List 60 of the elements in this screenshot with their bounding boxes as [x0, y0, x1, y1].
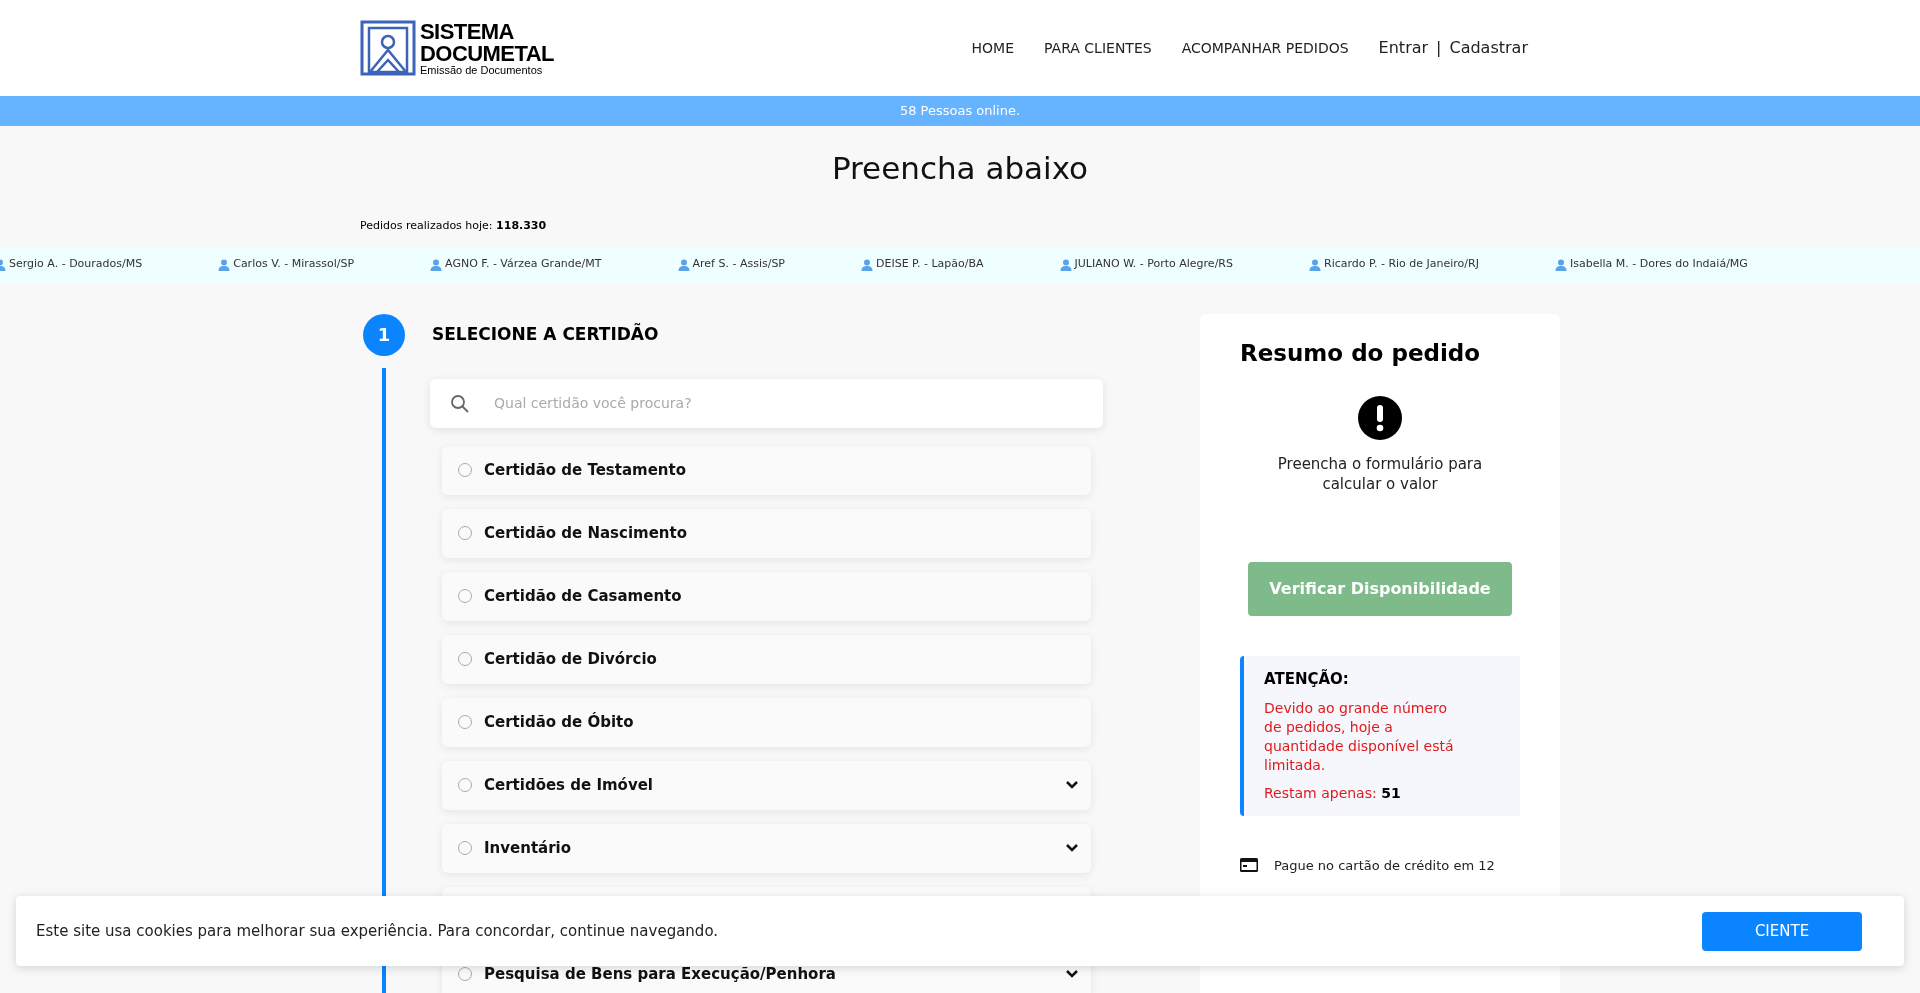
logo-subtitle: Emissão de Documentos	[420, 64, 544, 76]
attention-title: ATENÇÃO:	[1264, 668, 1350, 690]
option-card[interactable]: Inventário	[442, 823, 1091, 873]
search-field[interactable]: Qual certidão você procura?	[430, 378, 1103, 428]
step-number: 1	[363, 313, 405, 356]
option-label: Certidão de Nascimento	[484, 522, 688, 544]
cookie-text: Este site usa cookies para melhorar sua experiência. Para concordar, continue navegando.	[36, 920, 720, 942]
chevron-down-icon	[1065, 843, 1079, 853]
option-label: Pesquisa de Bens para Execução/Penhora	[484, 963, 837, 985]
user-icon	[430, 258, 443, 271]
summary-title: Resumo do pedido	[1240, 338, 1482, 368]
credit-card-icon	[1240, 858, 1258, 873]
option-card[interactable]: Certidão de Divórcio	[442, 634, 1091, 684]
ticker-text: Aref S. - Assis/SP	[692, 256, 785, 273]
option-card[interactable]: Certidão de Óbito	[442, 697, 1091, 747]
user-icon	[861, 258, 873, 271]
online-bar: 58 Pessoas online.	[0, 96, 1920, 126]
chevron-down-icon	[1065, 969, 1079, 979]
exclamation-icon	[1358, 396, 1402, 440]
logo-icon	[360, 20, 416, 76]
logo-title: SISTEMA	[420, 20, 515, 43]
option-label: Certidão de Óbito	[484, 711, 635, 733]
user-icon	[1554, 258, 1567, 271]
option-label: Certidão de Casamento	[484, 585, 683, 607]
ticker-text: DEISE P. - Lapão/BA	[876, 256, 984, 273]
accept-button[interactable]: CIENTE	[1702, 911, 1862, 951]
ticker-text: AGNO F. - Várzea Grande/MT	[445, 256, 602, 273]
ticker-text: JULIANO W. - Porto Alegre/RS	[1074, 256, 1233, 273]
nav-link[interactable]: ACOMPANHAR PEDIDOS	[1181, 37, 1349, 59]
nav-link[interactable]: HOME	[971, 37, 1014, 59]
step-title: SELECIONE A CERTIDÃO	[432, 322, 660, 346]
option-label: Certidão de Divórcio	[484, 648, 658, 670]
summary-message: Preencha o formulário para calcular o valor	[1276, 454, 1484, 494]
page-title: Preencha abaixo	[830, 149, 1090, 188]
chevron-down-icon	[1065, 780, 1079, 790]
option-label: Certidões de Imóvel	[484, 774, 654, 796]
option-label: Inventário	[484, 837, 573, 859]
login-link[interactable]: Entrar	[1378, 36, 1429, 60]
nav-link[interactable]: PARA CLIENTES	[1044, 37, 1152, 59]
option-card[interactable]: Certidão de Casamento	[442, 571, 1091, 621]
ticker-text: Sergio A. - Dourados/MS	[9, 256, 143, 273]
user-icon	[677, 258, 690, 271]
separator: |	[1436, 37, 1442, 59]
option-card[interactable]: Certidão de Testamento	[442, 445, 1091, 495]
logo-title: DOCUMETAL	[420, 42, 554, 65]
search-icon	[450, 393, 470, 414]
option-card[interactable]: Certidões de Imóvel	[442, 760, 1091, 810]
register-link[interactable]: Cadastrar	[1449, 36, 1528, 60]
attention-text: Devido ao grande número de pedidos, hoje a quantidade disponível está limitada.	[1264, 698, 1455, 775]
user-icon	[1309, 258, 1321, 271]
payment-text: Pague no cartão de crédito em 12	[1274, 856, 1495, 875]
option-card[interactable]: Certidão de Nascimento	[442, 508, 1091, 558]
user-icon	[218, 258, 231, 271]
ticker-text: Carlos V. - Mirassol/SP	[233, 256, 355, 273]
ticker-text: Isabella M. - Dores do Indaiá/MG	[1569, 256, 1748, 273]
orders-today: Pedidos realizados hoje: 118.330	[360, 218, 548, 234]
ticker-text: Ricardo P. - Rio de Janeiro/RJ	[1324, 256, 1479, 273]
remaining-text: Restam apenas: 51	[1264, 783, 1402, 803]
user-icon	[1059, 258, 1072, 271]
option-label: Certidão de Testamento	[484, 459, 687, 481]
